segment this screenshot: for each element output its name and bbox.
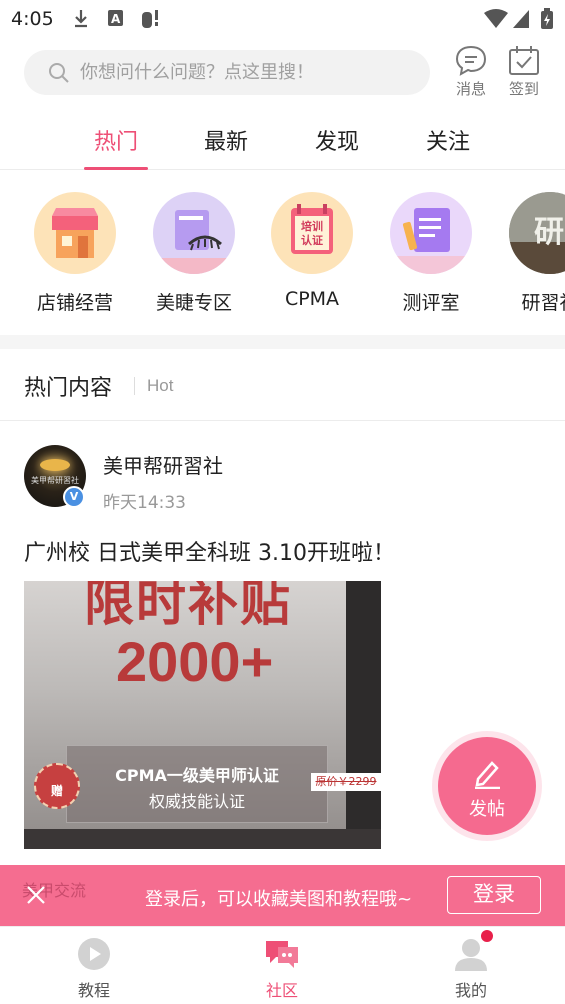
image-cert-band: CPMA一级美甲师认证 权威技能认证 bbox=[66, 745, 328, 823]
category-row: 店铺经营 美睫专区 培训认证 CPMA 测评室 研 研習 bbox=[0, 170, 565, 335]
post-time: 昨天14:33 bbox=[103, 493, 186, 513]
section-separator bbox=[134, 377, 135, 395]
section-divider bbox=[0, 335, 565, 349]
category-eyelash[interactable]: 美睫专区 bbox=[139, 192, 249, 315]
nav-tutorials[interactable]: 教程 bbox=[49, 937, 139, 1001]
new-post-button[interactable]: 发帖 bbox=[438, 737, 536, 835]
post-image[interactable]: 限时补贴 2000+ CPMA一级美甲师认证 权威技能认证 赠 原价￥2299 bbox=[24, 581, 381, 849]
play-circle-icon bbox=[78, 938, 110, 970]
tab-hot[interactable]: 热门 bbox=[81, 124, 151, 156]
training-cert-icon: 培训认证 bbox=[271, 192, 353, 274]
tab-latest[interactable]: 最新 bbox=[191, 124, 261, 156]
status-time: 4:05 bbox=[11, 8, 54, 30]
image-amount: 2000+ bbox=[116, 630, 274, 693]
battery-icon bbox=[541, 8, 553, 29]
section-subtitle: Hot bbox=[147, 376, 174, 395]
category-study[interactable]: 研 研習社 bbox=[495, 192, 565, 315]
category-label: CPMA bbox=[284, 288, 340, 310]
image-cert-line1: CPMA一级美甲师认证 bbox=[115, 766, 279, 785]
status-bar: 4:05 A bbox=[0, 0, 565, 38]
image-dark-edge bbox=[346, 581, 381, 849]
messages-button[interactable]: 消息 bbox=[449, 44, 493, 98]
shop-icon bbox=[34, 192, 116, 274]
search-input[interactable] bbox=[80, 50, 420, 95]
font-a-icon: A bbox=[108, 10, 123, 26]
image-original-price: 原价￥2299 bbox=[311, 773, 381, 791]
post-author[interactable]: 美甲帮研習社 bbox=[103, 450, 223, 479]
review-icon bbox=[390, 192, 472, 274]
image-gift-stamp: 赠 bbox=[34, 763, 80, 809]
nav-tutorials-label: 教程 bbox=[77, 981, 110, 1000]
pencil-icon bbox=[475, 761, 500, 789]
checkin-label: 签到 bbox=[508, 80, 539, 98]
nav-profile[interactable]: 我的 bbox=[426, 937, 516, 1001]
category-label: 研習社 bbox=[521, 292, 565, 314]
notification-dot bbox=[481, 930, 493, 942]
community-chat-icon bbox=[266, 941, 298, 968]
chat-bubble-icon bbox=[455, 45, 487, 76]
close-icon[interactable] bbox=[26, 885, 46, 905]
study-icon: 研 bbox=[509, 192, 565, 274]
avatar-logo bbox=[40, 459, 70, 471]
download-icon bbox=[75, 10, 87, 28]
app-notification-icon bbox=[142, 10, 158, 28]
nav-profile-label: 我的 bbox=[454, 981, 487, 1000]
svg-text:A: A bbox=[111, 12, 121, 26]
verified-badge: V bbox=[63, 486, 85, 508]
eyelash-icon bbox=[153, 192, 235, 274]
banner-message: 登录后，可以收藏美图和教程哦~ bbox=[145, 889, 413, 910]
category-shop[interactable]: 店铺经营 bbox=[20, 192, 130, 315]
checkin-button[interactable]: 签到 bbox=[502, 44, 546, 98]
nav-community-label: 社区 bbox=[265, 981, 298, 1000]
wifi-icon bbox=[484, 9, 508, 28]
category-review[interactable]: 测评室 bbox=[376, 192, 486, 315]
image-cert-line2: 权威技能认证 bbox=[148, 792, 245, 811]
section-underline bbox=[0, 420, 565, 421]
image-bottom-strip bbox=[24, 829, 381, 849]
search-icon bbox=[49, 63, 69, 83]
tab-discover[interactable]: 发现 bbox=[302, 124, 372, 156]
study-icon-text: 研 bbox=[534, 215, 564, 250]
messages-label: 消息 bbox=[455, 80, 486, 98]
image-headline: 限时补贴 bbox=[84, 581, 292, 632]
signal-icon bbox=[513, 10, 529, 28]
category-label: 美睫专区 bbox=[155, 292, 232, 314]
category-label: 测评室 bbox=[402, 292, 460, 314]
section-title: 热门内容 bbox=[24, 376, 113, 401]
search-bar[interactable] bbox=[24, 50, 430, 95]
calendar-check-icon bbox=[509, 46, 539, 75]
post-title[interactable]: 广州校 日式美甲全科班 3.10开班啦！ bbox=[24, 535, 395, 567]
category-cpma[interactable]: 培训认证 CPMA bbox=[257, 192, 367, 310]
new-post-label: 发帖 bbox=[469, 799, 505, 820]
category-label: 店铺经营 bbox=[36, 292, 113, 314]
tab-following[interactable]: 关注 bbox=[413, 124, 483, 156]
login-banner: 美甲交流 登录后，可以收藏美图和教程哦~ 登录 bbox=[0, 865, 565, 926]
login-button[interactable]: 登录 bbox=[447, 876, 541, 914]
nav-community[interactable]: 社区 bbox=[237, 937, 327, 1001]
person-icon bbox=[455, 939, 487, 971]
avatar-watermark: 美甲帮研習社 bbox=[31, 476, 79, 485]
feed-tabs: 热门 最新 发现 关注 bbox=[0, 110, 565, 170]
